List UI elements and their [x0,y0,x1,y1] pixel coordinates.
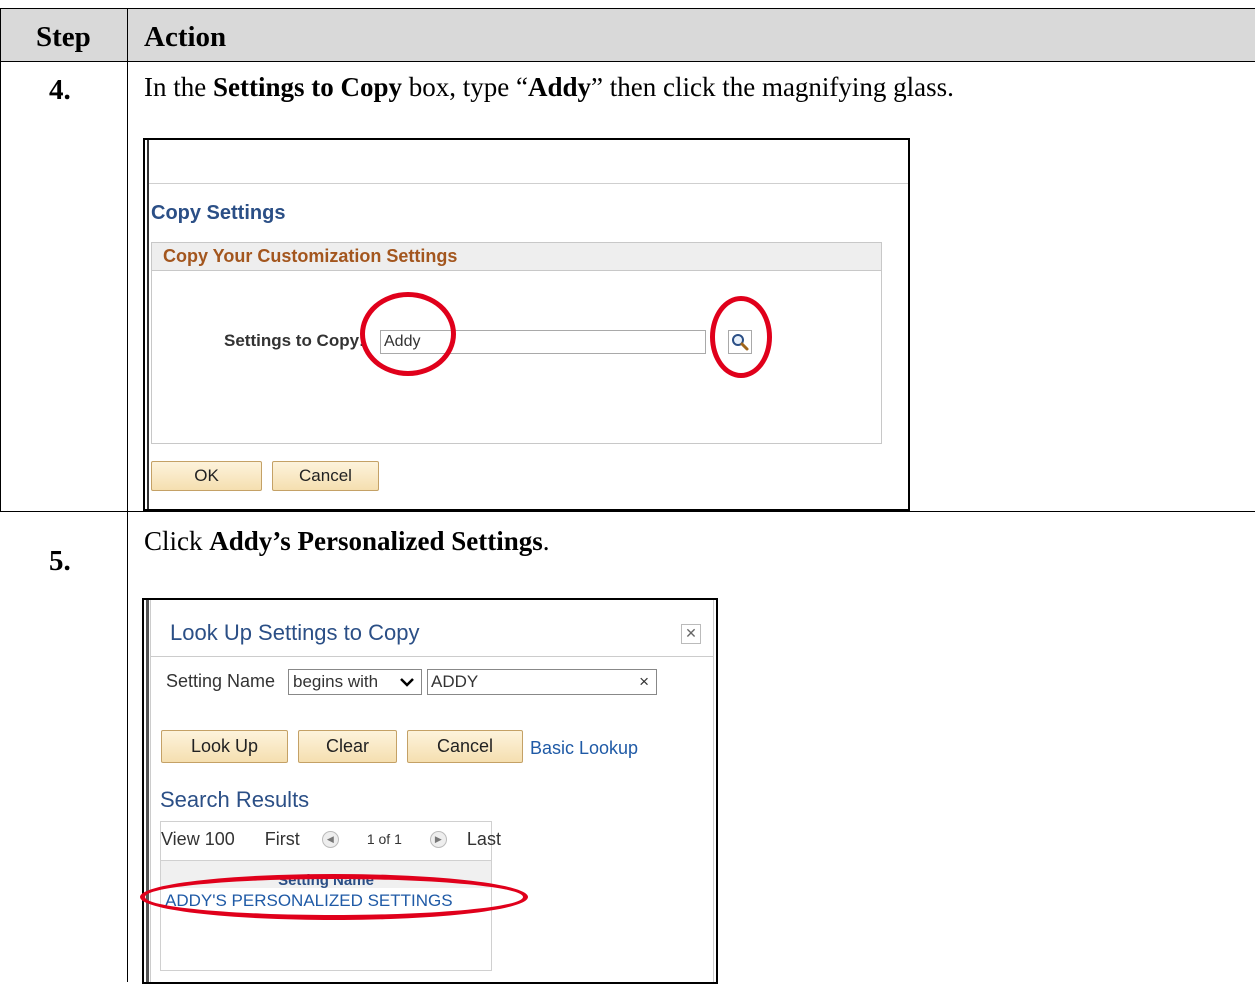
next-icon[interactable]: ▶ [429,830,447,848]
basic-lookup-link[interactable]: Basic Lookup [530,738,638,759]
step-5-instruction: Click Addy’s Personalized Settings. [144,526,550,556]
close-icon[interactable]: ✕ [681,624,701,644]
search-results-title: Search Results [160,787,310,812]
step-column-header: Step [36,21,91,53]
modal-title-divider [150,656,714,657]
look-up-button[interactable]: Look Up [161,730,288,763]
copy-settings-screenshot: Copy Settings Copy Your Customization Se… [143,138,910,511]
step-4-number: 4. [49,74,71,106]
table-header-row: Step Action [0,8,1255,62]
clear-button[interactable]: Clear [298,730,397,763]
group-header: Copy Your Customization Settings [152,243,881,271]
column-divider [127,8,128,982]
annotation-ring-result [140,874,528,920]
customization-group-box: Copy Your Customization Settings Setting… [151,242,882,444]
modal-title: Look Up Settings to Copy [170,620,420,645]
cancel-button[interactable]: Cancel [272,461,379,491]
view-100-link[interactable]: View 100 [161,829,235,850]
step-4-instruction: In the Settings to Copy box, type “Addy”… [144,72,954,102]
cancel-button[interactable]: Cancel [407,730,523,763]
row-divider [0,511,1255,512]
table-left-border [0,8,1,512]
ok-button[interactable]: OK [151,461,262,491]
operator-value: begins with [293,672,379,691]
setting-name-input[interactable]: ADDY × [427,669,657,695]
action-column-header: Action [144,21,227,53]
operator-select[interactable]: begins with [288,669,422,695]
chevron-down-icon [399,670,415,702]
previous-icon[interactable]: ◀ [321,830,339,848]
step-5-number: 5. [49,545,71,577]
screenshot-left-edge [147,140,149,509]
screenshot-left-edge [146,600,149,982]
first-link[interactable]: First [265,829,300,850]
clear-input-icon[interactable]: × [639,670,649,694]
lookup-settings-screenshot: Look Up Settings to Copy ✕ Setting Name … [142,598,718,984]
grid-navigation: View 100 First ◀ 1 of 1 ▶ Last [161,828,501,850]
row-count: 1 of 1 [366,831,402,848]
setting-name-label: Setting Name [166,671,276,691]
screenshot-divider [149,183,908,184]
annotation-ring-input [360,292,456,376]
annotation-ring-lookup [710,296,772,378]
page-title: Copy Settings [151,202,286,224]
setting-name-value: ADDY [431,672,479,691]
last-link[interactable]: Last [467,829,501,850]
instruction-table: Step Action 4. In the Settings to Copy b… [0,8,1255,984]
settings-to-copy-label: Settings to Copy: [224,331,365,350]
